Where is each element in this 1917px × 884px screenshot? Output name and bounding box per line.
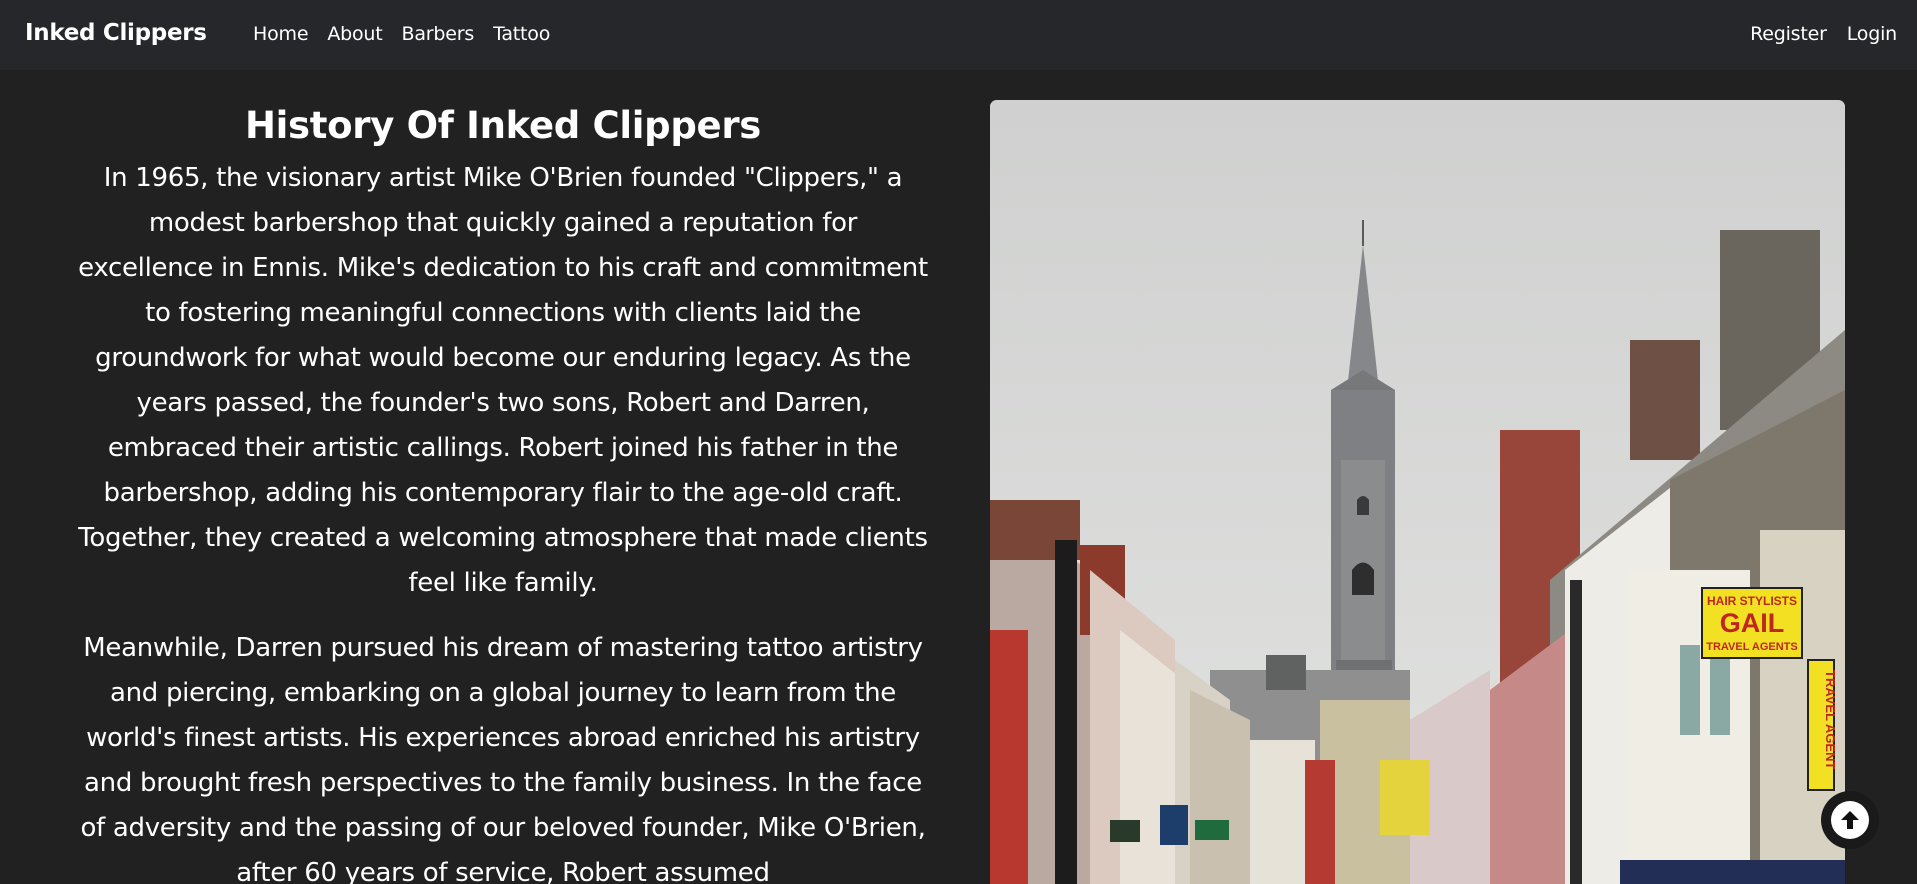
navbar: Inked Clippers Home About Barbers Tattoo…: [0, 0, 1917, 70]
nav-link-barbers[interactable]: Barbers: [402, 23, 475, 45]
arrow-up-circle-icon: [1831, 801, 1869, 839]
sign-travel-agents: TRAVEL AGENTS: [1706, 641, 1797, 653]
town-street-photo: HAIR STYLISTS GAIL TRAVEL AGENTS TRAVEL …: [990, 100, 1845, 884]
history-title: History Of Inked Clippers: [245, 104, 761, 147]
history-paragraph-1: In 1965, the visionary artist Mike O'Bri…: [78, 163, 928, 598]
nav-link-home[interactable]: Home: [253, 23, 309, 45]
nav-links: Home About Barbers Tattoo: [253, 23, 550, 45]
history-section: History Of Inked Clippers In 1965, the v…: [78, 100, 928, 884]
sign-travel-agent-vertical: TRAVEL AGENT: [1823, 670, 1838, 769]
register-link[interactable]: Register: [1750, 23, 1827, 45]
login-link[interactable]: Login: [1847, 23, 1897, 45]
scroll-to-top-button[interactable]: [1821, 791, 1879, 849]
brand-logo[interactable]: Inked Clippers: [25, 20, 207, 46]
nav-link-about[interactable]: About: [327, 23, 382, 45]
nav-link-tattoo[interactable]: Tattoo: [493, 23, 550, 45]
sign-gail: GAIL: [1720, 608, 1785, 638]
history-paragraph-2: Meanwhile, Darren pursued his dream of m…: [80, 633, 926, 884]
auth-links: Register Login: [1750, 23, 1897, 45]
sign-hair-stylists: HAIR STYLISTS: [1707, 594, 1797, 608]
